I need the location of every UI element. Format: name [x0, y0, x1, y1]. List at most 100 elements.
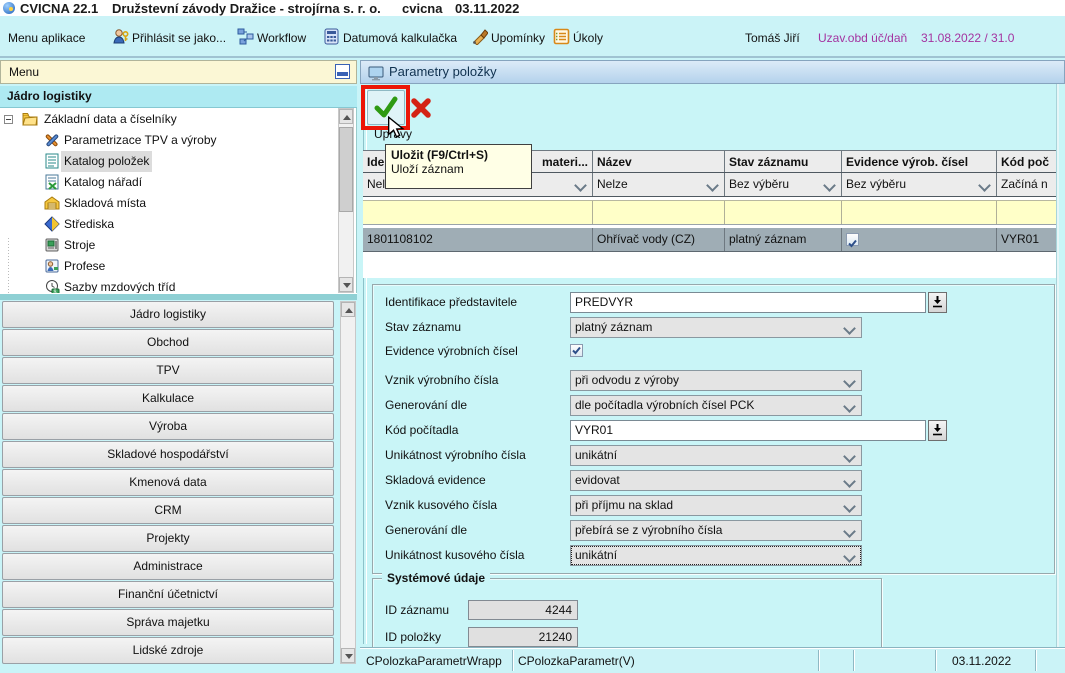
grid-search-row [363, 200, 1057, 225]
tree-item-stroje[interactable]: Stroje [0, 235, 340, 256]
module-vyroba[interactable]: Výroba [2, 413, 334, 440]
centers-icon [44, 216, 60, 232]
search-nazev-input[interactable] [593, 201, 725, 224]
column-header-evidence[interactable]: Evidence výrob. čísel [842, 151, 997, 172]
column-header-kod[interactable]: Kód poč [997, 151, 1057, 172]
login-as-button[interactable]: Přihlásit se jako... [132, 29, 226, 47]
filter-kod-dropdown[interactable]: Začíná n [997, 173, 1057, 196]
search-stav-input[interactable] [725, 201, 842, 224]
column-header-nazev[interactable]: Název [593, 151, 725, 172]
warehouse-icon [44, 195, 60, 211]
module-crm[interactable]: CRM [2, 497, 334, 524]
cell-identifikace[interactable]: 1801108102 [363, 228, 593, 251]
chevron-down-icon[interactable] [843, 375, 856, 388]
chevron-down-icon[interactable] [843, 550, 856, 563]
tree-scroll-down-icon[interactable] [339, 277, 353, 292]
detail-panel-caption: Parametry položky [360, 60, 1065, 84]
cell-stav[interactable]: platný záznam [725, 228, 842, 251]
tree-scroll-up-icon[interactable] [339, 109, 353, 124]
kod-pocitadla-input[interactable]: VYR01 [570, 420, 926, 441]
tree-item-katalog-naradi[interactable]: Katalog nářadí [0, 172, 340, 193]
module-administrace[interactable]: Administrace [2, 553, 334, 580]
stav-zaznamu-select[interactable]: platný záznam [570, 317, 862, 338]
tree-item-strediska[interactable]: Střediska [0, 214, 340, 235]
evidence-vyrobnich-cisel-checkbox[interactable] [570, 344, 583, 357]
module-kmenova-data[interactable]: Kmenová data [2, 469, 334, 496]
cancel-button[interactable] [409, 96, 433, 120]
skladova-evidence-select[interactable]: evidovat [570, 470, 862, 491]
field-label: Evidence výrobních čísel [385, 344, 518, 358]
grid-data-row[interactable]: 1801108102 Ohřívač vody (CZ) platný zázn… [363, 228, 1057, 252]
menu-aplikace-button[interactable]: Menu aplikace [8, 29, 85, 47]
chevron-down-icon[interactable] [843, 400, 856, 413]
cell-kod[interactable]: VYR01 [997, 228, 1057, 251]
closed-period-label: Uzav.obd úč/daň [818, 29, 907, 47]
module-jadro-logistiky[interactable]: Jádro logistiky [2, 301, 334, 328]
tree-root-node[interactable]: Základní data a číselníky [0, 109, 340, 130]
chevron-down-icon[interactable] [843, 525, 856, 538]
chevron-down-icon[interactable] [843, 500, 856, 513]
date-calculator-button[interactable]: Datumová kalkulačka [343, 29, 457, 47]
tree-item-skladova-mista[interactable]: Skladová místa [0, 193, 340, 214]
tree-expander-icon[interactable] [4, 115, 13, 124]
module-projekty[interactable]: Projekty [2, 525, 334, 552]
workflow-button[interactable]: Workflow [257, 29, 306, 47]
reminders-button[interactable]: Upomínky [491, 29, 545, 47]
tree-item-profese[interactable]: Profese [0, 256, 340, 277]
tree-item-parametrizace[interactable]: Parametrizace TPV a výroby [0, 130, 340, 151]
chevron-down-icon[interactable] [706, 179, 719, 192]
lookup-button[interactable] [928, 292, 947, 313]
status-wrapper-class: CPolozkaParametrWrapp [366, 653, 511, 670]
module-skladove-hospodarstvi[interactable]: Skladové hospodářství [2, 441, 334, 468]
search-evidence-input[interactable] [842, 201, 997, 224]
arrow-down-underline-icon [931, 423, 944, 436]
cell-nazev[interactable]: Ohřívač vody (CZ) [593, 228, 725, 251]
left-panel-splitter[interactable] [0, 293, 357, 300]
app-version: CVICNA 22.1 [20, 1, 98, 16]
tree-scrollbar[interactable] [338, 108, 354, 293]
catalog-tools-icon [44, 174, 60, 190]
tree-item-katalog-polozek[interactable]: Katalog položek [0, 151, 340, 172]
chevron-down-icon[interactable] [823, 179, 836, 192]
module-tpv[interactable]: TPV [2, 357, 334, 384]
tree-scroll-thumb[interactable] [339, 127, 353, 212]
vznik-vyrobniho-cisla-select[interactable]: při odvodu z výroby [570, 370, 862, 391]
vznik-kusoveho-cisla-select[interactable]: při příjmu na sklad [570, 495, 862, 516]
identifikace-predstavitele-input[interactable]: PREDVYR [570, 292, 926, 313]
chevron-down-icon[interactable] [843, 475, 856, 488]
filter-evidence-dropdown[interactable]: Bez výběru [842, 173, 997, 196]
accordion-scroll-down-icon[interactable] [341, 648, 355, 663]
lookup-button[interactable] [928, 420, 947, 441]
wage-rates-icon: $ [44, 279, 60, 293]
accordion-scrollbar[interactable] [340, 301, 356, 664]
accordion-scroll-up-icon[interactable] [341, 302, 355, 317]
evidence-checkbox[interactable] [846, 233, 859, 246]
module-financni-ucetnictvi[interactable]: Finanční účetnictví [2, 581, 334, 608]
search-identifikace-input[interactable] [363, 201, 593, 224]
folder-open-icon [22, 111, 38, 127]
menu-collapse-icon[interactable] [335, 64, 350, 79]
tree-item-sazby[interactable]: $ Sazby mzdových tříd [0, 277, 340, 293]
unikatnost-vyrobniho-cisla-select[interactable]: unikátní [570, 445, 862, 466]
chevron-down-icon[interactable] [574, 179, 587, 192]
column-header-stav[interactable]: Stav záznamu [725, 151, 842, 172]
module-lidske-zdroje[interactable]: Lidské zdroje [2, 637, 334, 664]
module-sprava-majetku[interactable]: Správa majetku [2, 609, 334, 636]
cell-evidence[interactable] [842, 228, 997, 251]
filter-stav-dropdown[interactable]: Bez výběru [725, 173, 842, 196]
company-name: Družstevní závody Dražice - strojírna s.… [112, 1, 381, 16]
chevron-down-icon[interactable] [843, 322, 856, 335]
chevron-down-icon[interactable] [978, 179, 991, 192]
search-kod-input[interactable] [997, 201, 1057, 224]
title-date: 03.11.2022 [455, 1, 519, 16]
app-icon [3, 2, 15, 14]
chevron-down-icon[interactable] [843, 450, 856, 463]
generovani-dle-kusove-select[interactable]: přebírá se z výrobního čísla [570, 520, 862, 541]
module-kalkulace[interactable]: Kalkulace [2, 385, 334, 412]
unikatnost-kusoveho-cisla-select[interactable]: unikátní [570, 545, 862, 566]
tasks-button[interactable]: Úkoly [573, 29, 603, 47]
login-as-icon [112, 28, 129, 45]
generovani-dle-select[interactable]: dle počítadla výrobních čísel PCK [570, 395, 862, 416]
module-obchod[interactable]: Obchod [2, 329, 334, 356]
filter-nazev-dropdown[interactable]: Nelze [593, 173, 725, 196]
